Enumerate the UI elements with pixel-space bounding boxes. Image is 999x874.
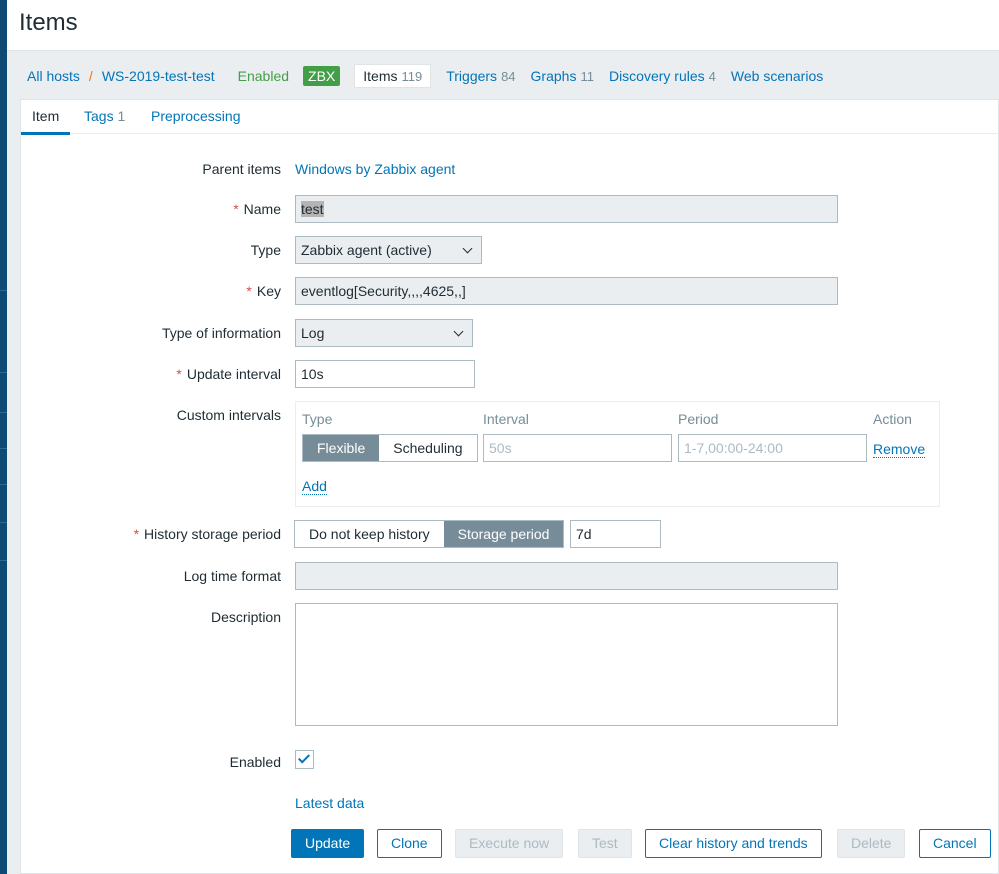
sidebar-strip — [0, 0, 7, 874]
nav-graphs[interactable]: Graphs 11 — [531, 68, 594, 84]
update-interval-label: * Update interval — [176, 366, 281, 382]
clone-button[interactable]: Clone — [377, 829, 442, 858]
host-link[interactable]: WS-2019-test-test — [102, 68, 215, 84]
form-tabs: Item Tags 1 Preprocessing — [21, 100, 998, 135]
flexible-option[interactable]: Flexible — [303, 435, 380, 461]
do-not-keep-option[interactable]: Do not keep history — [295, 521, 444, 547]
nav-discovery[interactable]: Discovery rules 4 — [609, 68, 716, 84]
name-value: test — [301, 201, 324, 217]
history-toggle: Do not keep history Storage period — [294, 520, 565, 548]
name-input[interactable]: test — [295, 195, 838, 223]
history-period-input[interactable]: 7d — [570, 520, 661, 548]
col-period: Period — [678, 411, 719, 427]
nav-discovery-label: Discovery rules — [608, 68, 705, 84]
item-form-panel: Item Tags 1 Preprocessing Parent items W… — [20, 99, 999, 874]
latest-data-link[interactable]: Latest data — [295, 795, 364, 811]
name-label: * Name — [233, 201, 281, 217]
period-input[interactable]: 1-7,00:00-24:00 — [678, 434, 867, 462]
custom-intervals-table: Type Interval Period Action Flexible Sch… — [295, 401, 940, 507]
host-status[interactable]: Enabled — [238, 68, 289, 84]
history-storage-label: * History storage period — [133, 526, 281, 542]
cancel-button[interactable]: Cancel — [919, 829, 991, 858]
nav-web-scenarios[interactable]: Web scenarios — [731, 68, 823, 84]
nav-items[interactable]: Items 119 — [354, 64, 432, 88]
tab-tags[interactable]: Tags 1 — [84, 108, 125, 124]
nav-graphs-label: Graphs — [530, 68, 577, 84]
storage-period-option[interactable]: Storage period — [443, 521, 564, 547]
tab-item[interactable]: Item — [21, 108, 71, 135]
key-label: * Key — [246, 283, 281, 299]
check-icon — [297, 751, 311, 764]
delete-button[interactable]: Delete — [837, 829, 906, 858]
col-action: Action — [873, 411, 912, 427]
description-textarea[interactable] — [295, 603, 838, 726]
breadcrumb-separator: / — [88, 68, 93, 84]
nav-triggers-count: 84 — [501, 69, 516, 84]
col-interval: Interval — [483, 411, 529, 427]
type-of-information-label: Type of information — [161, 325, 281, 341]
col-type: Type — [302, 411, 333, 427]
parent-items-label: Parent items — [202, 161, 281, 177]
tab-preprocessing[interactable]: Preprocessing — [151, 108, 241, 124]
nav-graphs-count: 11 — [580, 69, 594, 84]
nav-discovery-count: 4 — [708, 69, 716, 84]
type-label: Type — [250, 242, 281, 258]
interval-type-toggle: Flexible Scheduling — [302, 434, 478, 462]
tab-tags-count: 1 — [117, 108, 126, 124]
parent-item-link[interactable]: Windows by Zabbix agent — [295, 161, 455, 177]
page-header: Items — [7, 0, 999, 51]
nav-triggers[interactable]: Triggers 84 — [446, 68, 515, 84]
custom-intervals-label: Custom intervals — [176, 407, 281, 423]
log-time-format-label: Log time format — [183, 568, 281, 584]
execute-now-button[interactable]: Execute now — [455, 829, 564, 858]
clear-history-button[interactable]: Clear history and trends — [645, 829, 822, 858]
tab-tags-label: Tags — [84, 108, 114, 124]
add-link[interactable]: Add — [302, 478, 327, 495]
nav-items-label: Items — [363, 68, 398, 84]
key-input[interactable]: eventlog[Security,,,,4625,,] — [295, 277, 838, 305]
all-hosts-link[interactable]: All hosts — [27, 68, 80, 84]
scheduling-option[interactable]: Scheduling — [379, 435, 476, 461]
host-navigation: All hosts / WS-2019-test-test Enabled ZB… — [27, 64, 823, 88]
test-button[interactable]: Test — [578, 829, 632, 858]
update-button[interactable]: Update — [291, 829, 365, 858]
type-of-information-select[interactable]: Log — [295, 319, 473, 347]
update-interval-input[interactable]: 10s — [295, 360, 475, 388]
nav-items-count: 119 — [401, 69, 423, 84]
type-select[interactable]: Zabbix agent (active) — [295, 236, 482, 264]
nav-triggers-label: Triggers — [446, 68, 498, 84]
description-label: Description — [210, 609, 281, 625]
remove-link[interactable]: Remove — [873, 441, 926, 458]
interval-input[interactable]: 50s — [483, 434, 672, 462]
page-title: Items — [19, 9, 78, 36]
zbx-badge: ZBX — [303, 66, 341, 86]
enabled-checkbox[interactable] — [295, 750, 314, 769]
log-time-format-input[interactable] — [295, 562, 838, 590]
enabled-label: Enabled — [229, 754, 281, 770]
